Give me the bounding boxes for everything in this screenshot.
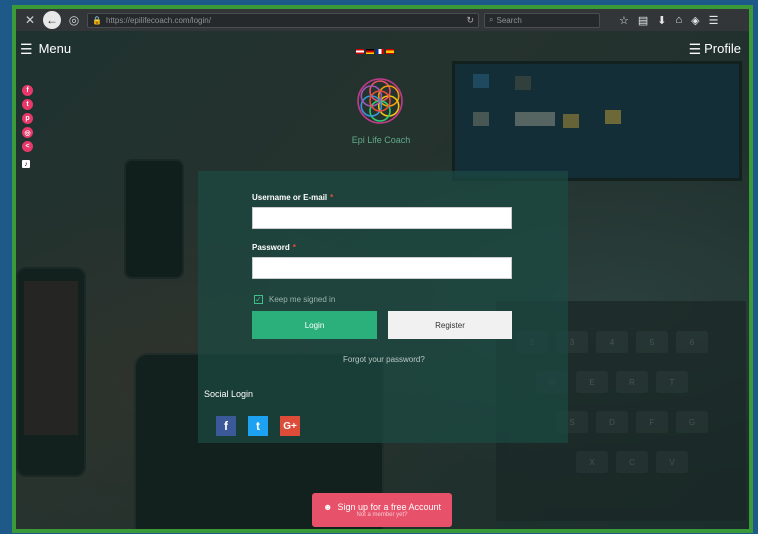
facebook-icon[interactable]: f: [22, 85, 33, 96]
social-links: f t p ◎ < ♪: [22, 85, 33, 168]
browser-window: ✕ ← ◎ 🔒 https://epilifecoach.com/login/ …: [16, 9, 749, 529]
instagram-icon[interactable]: ◎: [22, 127, 33, 138]
flower-of-life-logo-icon: [357, 78, 403, 124]
facebook-login-icon[interactable]: f: [216, 416, 236, 436]
brand-name: Epi Life Coach: [351, 135, 411, 145]
remember-label: Keep me signed in: [269, 295, 336, 304]
tiktok-icon[interactable]: ♪: [22, 160, 30, 168]
bookmark-star-icon[interactable]: ☆: [619, 14, 629, 27]
reading-list-icon[interactable]: ▤: [638, 14, 648, 27]
login-page: 2 3 4 5 6 W E R T S D F G X C V ☰ Menu ☰…: [16, 31, 749, 529]
flag-icon[interactable]: [386, 49, 394, 54]
login-panel: Username or E-mail * Password * ✓ Keep me …: [198, 171, 568, 443]
register-button[interactable]: Register: [388, 311, 512, 339]
flag-icon[interactable]: [356, 49, 364, 54]
profile-button[interactable]: ☰ Profile: [689, 41, 741, 56]
url-text: https://epilifecoach.com/login/: [105, 15, 211, 25]
hamburger-icon: ☰: [688, 40, 702, 57]
reload-icon[interactable]: ↻: [466, 15, 474, 26]
signup-sublabel: Not a member yet?: [356, 512, 408, 518]
pocket-icon[interactable]: ◈: [691, 14, 699, 27]
username-label: Username or E-mail *: [252, 193, 334, 202]
hamburger-menu-icon[interactable]: ☰: [709, 14, 719, 27]
password-label: Password *: [252, 243, 296, 252]
share-icon[interactable]: <: [22, 141, 33, 152]
back-button[interactable]: ←: [43, 11, 61, 29]
language-flags: [356, 49, 394, 54]
hamburger-icon: ☰: [20, 40, 33, 57]
social-login-title: Social Login: [204, 389, 254, 399]
pinterest-icon[interactable]: p: [22, 113, 33, 124]
username-input[interactable]: [252, 207, 512, 229]
password-input[interactable]: [252, 257, 512, 279]
page-info-icon[interactable]: ◎: [66, 12, 82, 28]
menu-label: Menu: [38, 41, 72, 56]
signup-label: Sign up for a free Account: [337, 502, 442, 512]
signup-button[interactable]: ☻ Sign up for a free Account Not a member…: [312, 493, 452, 527]
download-icon[interactable]: ⬇: [657, 14, 666, 27]
screenshot-frame: ✕ ← ◎ 🔒 https://epilifecoach.com/login/ …: [12, 5, 753, 533]
browser-toolbar: ✕ ← ◎ 🔒 https://epilifecoach.com/login/ …: [16, 9, 749, 31]
twitter-login-icon[interactable]: t: [248, 416, 268, 436]
checkmark-icon: ✓: [254, 295, 263, 304]
remember-checkbox[interactable]: ✓ Keep me signed in: [254, 295, 335, 304]
toolbar-actions: ☆ ▤ ⬇ ⌂ ◈ ☰: [619, 14, 719, 27]
search-icon: ⌕: [489, 15, 494, 24]
close-icon[interactable]: ✕: [22, 12, 38, 28]
url-bar[interactable]: 🔒 https://epilifecoach.com/login/ ↻: [87, 12, 479, 28]
flag-icon[interactable]: [376, 49, 384, 54]
login-button[interactable]: Login: [252, 311, 377, 339]
google-plus-login-icon[interactable]: G+: [280, 416, 300, 436]
profile-label: Profile: [704, 41, 741, 56]
twitter-icon[interactable]: t: [22, 99, 33, 110]
lock-icon: 🔒: [92, 15, 102, 25]
search-input[interactable]: ⌕ Search: [484, 12, 600, 28]
menu-button[interactable]: ☰ Menu: [20, 41, 71, 56]
users-icon: ☻: [322, 502, 333, 512]
flag-icon[interactable]: [366, 49, 374, 54]
search-placeholder: Search: [496, 15, 522, 25]
home-icon[interactable]: ⌂: [676, 14, 683, 26]
forgot-password-link[interactable]: Forgot your password?: [343, 355, 425, 364]
